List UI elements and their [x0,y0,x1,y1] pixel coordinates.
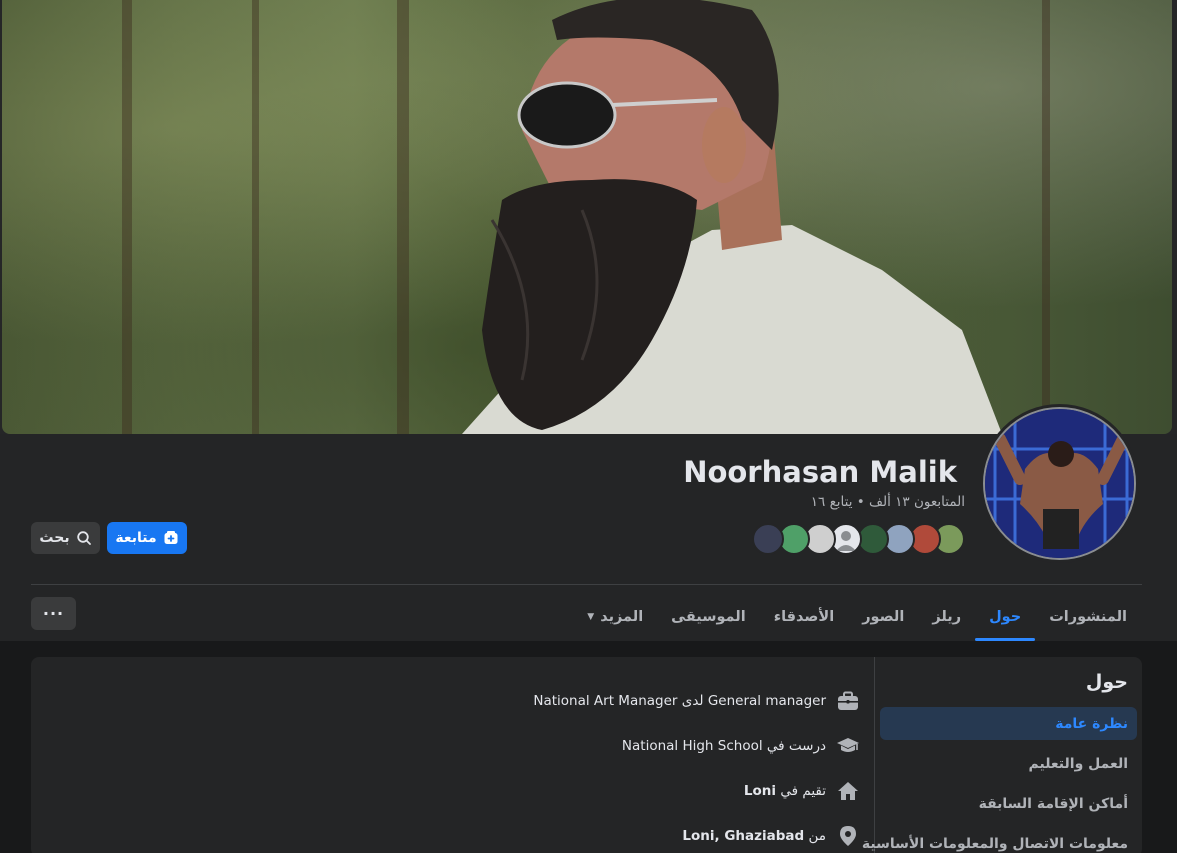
sidebar-item-places-lived[interactable]: أماكن الإقامة السابقة [880,787,1137,820]
mutual-avatars [752,523,965,555]
cover-photo[interactable] [2,0,1172,434]
search-icon [76,531,91,545]
sidebar-item-work-education[interactable]: العمل والتعليم [880,747,1137,780]
about-sidebar: حول نظرة عامة العمل والتعليم أماكن الإقا… [862,657,1142,853]
location-pin-icon [836,824,860,848]
work-text: General manager لدى National Art Manager [533,693,826,709]
tab-more[interactable]: المزيد ▼ [573,593,657,641]
cover-person-illustration [462,0,1002,434]
tab-about[interactable]: حول [975,593,1036,641]
briefcase-icon [836,689,860,713]
follow-button-label: متابعة [115,530,157,546]
hometown[interactable]: Loni, Ghaziabad [682,828,804,844]
profile-tabs: المنشورات حول ريلز الصور الأصدقاء الموسي… [573,593,1141,641]
follower-stats[interactable]: المتابعون ١٣ ألف • يتابع ١٦ [811,494,965,510]
list-item-hometown: من Loni, Ghaziabad [682,821,860,851]
profile-page: Noorhasan Malik المتابعون ١٣ ألف • يتابع… [0,0,1177,853]
follow-icon [164,531,178,544]
friend-avatar[interactable] [752,523,784,555]
sidebar-item-contact-info[interactable]: معلومات الاتصال والمعلومات الأساسية [862,827,1137,853]
cover-area [0,0,1177,434]
sidebar-item-overview[interactable]: نظرة عامة [880,707,1137,740]
hometown-prefix: من [808,828,826,844]
header-divider [31,584,1142,585]
graduation-cap-icon [836,734,860,758]
home-icon [836,779,860,803]
follow-button[interactable]: متابعة [107,522,187,554]
search-button-label: بحث [39,530,70,546]
education-school[interactable]: National High School [622,738,763,754]
education-prefix: درست في [766,738,826,754]
about-card: حول نظرة عامة العمل والتعليم أماكن الإقا… [31,657,1142,853]
list-item-current-city: تقيم في Loni [744,776,860,806]
list-item-work: General manager لدى National Art Manager [533,686,860,716]
caret-down-icon: ▼ [587,612,595,622]
tab-friends[interactable]: الأصدقاء [760,593,849,641]
tab-reels[interactable]: ريلز [918,593,975,641]
search-button[interactable]: بحث [31,522,100,554]
tab-photos[interactable]: الصور [848,593,918,641]
avatar-photo [983,407,1136,560]
tab-posts[interactable]: المنشورات [1035,593,1141,641]
tab-music[interactable]: الموسيقى [657,593,760,641]
list-item-education: درست في National High School [622,731,860,761]
current-city[interactable]: Loni [744,783,776,799]
current-city-prefix: تقيم في [780,783,826,799]
about-title: حول [1085,671,1128,693]
profile-name: Noorhasan Malik [683,455,957,489]
profile-avatar[interactable] [980,404,1139,563]
about-overview-list: General manager لدى National Art Manager… [31,657,874,853]
more-options-button[interactable]: ··· [31,597,76,630]
